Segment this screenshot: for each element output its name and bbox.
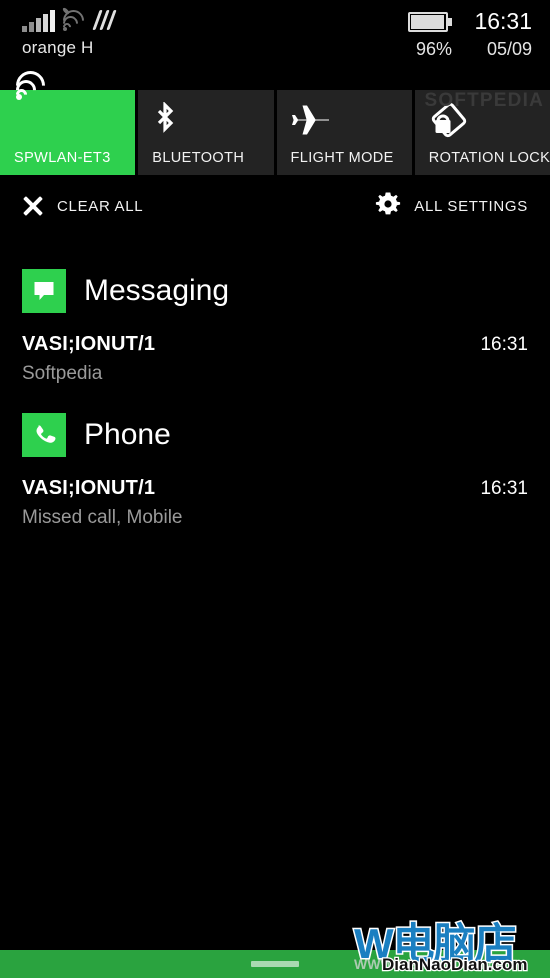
action-row: CLEAR ALL ALL SETTINGS bbox=[0, 175, 550, 237]
notification-body: Missed call, Mobile bbox=[22, 507, 183, 528]
status-bar-left: orange H bbox=[22, 5, 117, 58]
notification-body: Softpedia bbox=[22, 363, 103, 384]
quick-action-rotation-lock[interactable]: ROTATION LOCK bbox=[414, 90, 550, 175]
notification-group-messaging: Messaging VASI;IONUT/1 16:31 Softpedia bbox=[0, 259, 550, 391]
all-settings-label: ALL SETTINGS bbox=[414, 197, 528, 215]
quick-action-rotation-lock-label: ROTATION LOCK bbox=[428, 150, 550, 166]
phone-handset-icon bbox=[22, 413, 66, 457]
quick-action-bluetooth[interactable]: BLUETOOTH bbox=[138, 90, 274, 175]
quick-action-wifi-label: SPWLAN-ET3 bbox=[14, 150, 111, 166]
quick-actions-row: SPWLAN-ET3 BLUETOOTH FLIGHT MODE ROTATIO… bbox=[0, 64, 550, 175]
notification-title: VASI;IONUT/1 bbox=[22, 477, 156, 499]
notification-item[interactable]: VASI;IONUT/1 16:31 Softpedia bbox=[0, 319, 550, 391]
carrier-name: orange H bbox=[22, 38, 94, 57]
rotation-lock-icon bbox=[429, 102, 550, 140]
notification-item[interactable]: VASI;IONUT/1 16:31 Missed call, Mobile bbox=[0, 463, 550, 535]
navigation-bar bbox=[0, 950, 550, 978]
status-bar: orange H 16:31 96% 05/09 bbox=[0, 0, 550, 90]
clear-all-label: CLEAR ALL bbox=[57, 197, 144, 215]
battery-percent: 96% bbox=[415, 39, 452, 59]
wifi-unavailable-icon bbox=[58, 5, 89, 36]
app-name-phone: Phone bbox=[84, 418, 171, 451]
quick-action-bluetooth-label: BLUETOOTH bbox=[152, 150, 245, 166]
signal-bars-icon bbox=[22, 10, 55, 32]
notification-group-phone: Phone VASI;IONUT/1 16:31 Missed call, Mo… bbox=[0, 403, 550, 535]
app-name-messaging: Messaging bbox=[84, 274, 230, 307]
notification-list: Messaging VASI;IONUT/1 16:31 Softpedia P… bbox=[0, 237, 550, 535]
quick-action-flight-mode[interactable]: FLIGHT MODE bbox=[276, 90, 412, 175]
status-date: 05/09 bbox=[486, 39, 532, 59]
all-settings-button[interactable]: ALL SETTINGS bbox=[375, 191, 528, 222]
notification-group-header[interactable]: Phone bbox=[0, 403, 550, 463]
message-bubble-icon bbox=[22, 269, 66, 313]
clear-all-button[interactable]: CLEAR ALL bbox=[22, 195, 143, 217]
wifi-icon bbox=[9, 64, 135, 140]
quick-action-wifi[interactable]: SPWLAN-ET3 bbox=[0, 64, 136, 175]
status-time: 16:31 bbox=[474, 8, 532, 34]
close-x-icon bbox=[22, 195, 44, 217]
quick-action-flight-mode-label: FLIGHT MODE bbox=[290, 150, 394, 166]
status-bar-right: 16:31 96% 05/09 bbox=[408, 8, 532, 60]
notification-group-header[interactable]: Messaging bbox=[0, 259, 550, 319]
vibrate-icon bbox=[92, 10, 117, 32]
phone-screen: orange H 16:31 96% 05/09 SOFTPEDIA SPWLA… bbox=[0, 0, 550, 978]
notification-title: VASI;IONUT/1 bbox=[22, 333, 156, 355]
status-icons bbox=[22, 5, 117, 36]
airplane-icon bbox=[291, 102, 412, 140]
notification-time: 16:31 bbox=[480, 478, 528, 499]
home-indicator[interactable] bbox=[251, 961, 299, 967]
notification-time: 16:31 bbox=[480, 334, 528, 355]
battery-icon bbox=[408, 11, 452, 32]
gear-icon bbox=[375, 191, 401, 222]
bluetooth-icon bbox=[152, 101, 273, 140]
